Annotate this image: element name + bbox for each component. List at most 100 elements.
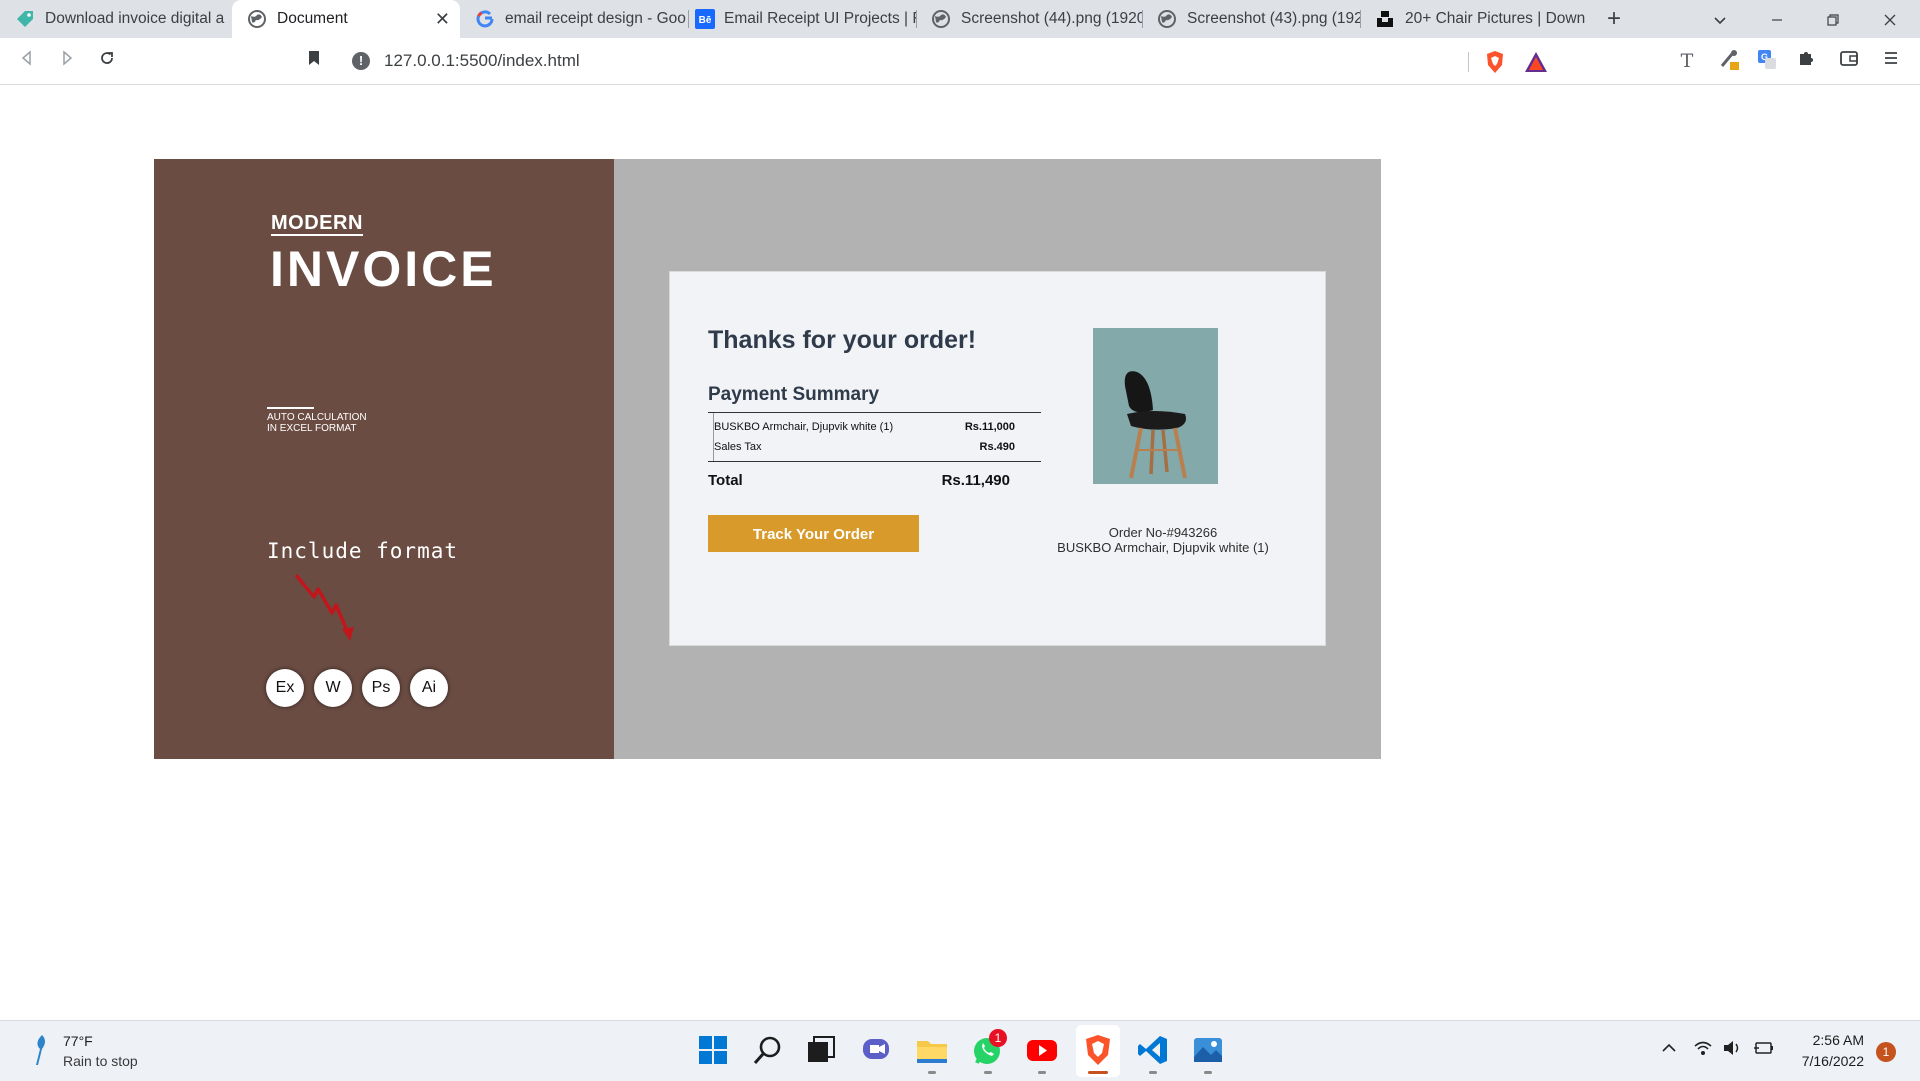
restore-window-button[interactable] [1813, 0, 1853, 38]
track-order-button[interactable]: Track Your Order [708, 515, 919, 552]
brave-rewards-icon[interactable] [1524, 51, 1548, 73]
running-indicator [1204, 1071, 1212, 1074]
tab-chair-pictures[interactable]: 20+ Chair Pictures | Downl [1360, 0, 1586, 38]
globe-icon [248, 10, 266, 28]
svg-text:Bē: Bē [699, 15, 712, 26]
invoice-card: MODERN INVOICE AUTO CALCULATION IN EXCEL… [154, 159, 1381, 759]
chevron-down-icon [1714, 17, 1726, 24]
clock-time[interactable]: 2:56 AM [1798, 1032, 1864, 1048]
total-value: Rs.11,490 [941, 472, 1010, 489]
reader-mode-button[interactable]: T [1674, 48, 1700, 74]
receipt-heading: Thanks for your order! [708, 326, 977, 354]
site-info-icon[interactable]: ! [352, 52, 370, 70]
wifi-icon[interactable] [1693, 1039, 1713, 1057]
clock-date[interactable]: 7/16/2022 [1788, 1053, 1864, 1069]
weather-temperature[interactable]: 77°F [63, 1033, 93, 1049]
back-arrow-icon [21, 50, 31, 66]
brave-browser-icon[interactable] [1081, 1033, 1115, 1067]
restore-icon [1827, 14, 1839, 26]
behance-icon: Bē [695, 9, 715, 29]
vscode-icon[interactable] [1136, 1033, 1170, 1067]
weather-description[interactable]: Rain to stop [63, 1053, 138, 1069]
translate-extension-button[interactable]: G [1754, 48, 1780, 74]
tab-screenshot-43[interactable]: Screenshot (43).png (1920 [1142, 0, 1360, 38]
reload-button[interactable] [94, 48, 120, 74]
back-button[interactable] [14, 48, 40, 74]
tab-title: Download invoice digital a [45, 10, 225, 27]
close-icon [1884, 14, 1896, 26]
wallet-button[interactable] [1836, 48, 1862, 74]
menu-button[interactable] [1878, 48, 1904, 74]
new-tab-button[interactable]: + [1594, 0, 1634, 38]
tax-price: Rs.490 [979, 441, 1015, 453]
include-format-label: Include format [267, 539, 459, 563]
brand-title: INVOICE [270, 241, 497, 297]
wallet-icon [1840, 51, 1858, 66]
teams-chat-icon[interactable] [860, 1033, 894, 1067]
format-badge-word: W [314, 669, 352, 707]
globe-icon [1158, 10, 1176, 28]
extensions-button[interactable] [1794, 48, 1820, 74]
feature-text-line-1: AUTO CALCULATION [267, 412, 367, 423]
running-indicator [1038, 1071, 1046, 1074]
chevron-up-icon[interactable] [1660, 1039, 1678, 1057]
active-indicator [1088, 1071, 1108, 1074]
youtube-icon[interactable] [1025, 1033, 1059, 1067]
payment-summary-title: Payment Summary [708, 384, 880, 405]
email-receipt: Thanks for your order! Payment Summary B… [669, 271, 1326, 646]
windows-taskbar: 77°F Rain to stop 1 2:56 AM 7/16/2022 1 [0, 1020, 1920, 1081]
total-label: Total [708, 472, 743, 489]
tab-invoice-digital[interactable]: Download invoice digital a [0, 0, 232, 38]
eyedropper-icon [1720, 50, 1739, 70]
close-tab-icon[interactable]: ✕ [435, 0, 450, 38]
format-badge-illustrator: Ai [410, 669, 448, 707]
tag-icon [17, 11, 33, 27]
format-badge-excel: Ex [266, 669, 304, 707]
chair-icon [1124, 371, 1187, 479]
notification-badge[interactable]: 1 [1876, 1042, 1896, 1062]
tab-title: Screenshot (43).png (1920 [1187, 10, 1360, 27]
tab-google-search[interactable]: email receipt design - Goo [460, 0, 688, 38]
tab-search-dropdown[interactable] [1700, 0, 1740, 38]
whatsapp-unread-badge: 1 [989, 1029, 1007, 1047]
order-number: Order No-#943266 [1108, 525, 1218, 540]
feature-text: AUTO CALCULATION IN EXCEL FORMAT [267, 412, 447, 434]
address-bar[interactable]: ! 127.0.0.1:5500/index.html [340, 43, 1560, 79]
tab-title: Screenshot (44).png (1920 [961, 10, 1142, 27]
tab-behance[interactable]: Bē Email Receipt UI Projects | F [688, 0, 916, 38]
task-view-icon[interactable] [804, 1033, 838, 1067]
order-details: Order No-#943266 BUSKBO Armchair, Djupvi… [1013, 525, 1313, 555]
rain-weather-icon[interactable] [28, 1033, 52, 1069]
reader-mode-icon: T [1680, 50, 1694, 72]
tab-title: Email Receipt UI Projects | F [724, 10, 916, 27]
format-badge-photoshop: Ps [362, 669, 400, 707]
volume-icon[interactable] [1722, 1039, 1742, 1057]
brand-subtitle: MODERN [271, 212, 363, 236]
file-explorer-icon[interactable] [915, 1033, 949, 1067]
product-image [1093, 328, 1218, 484]
minimize-window-button[interactable] [1757, 0, 1797, 38]
tab-document[interactable]: Document ✕ [232, 0, 460, 38]
hamburger-menu-icon [1885, 52, 1897, 64]
tab-screenshot-44[interactable]: Screenshot (44).png (1920 [916, 0, 1142, 38]
invoice-preview-panel: Thanks for your order! Payment Summary B… [614, 159, 1381, 759]
battery-icon[interactable] [1753, 1039, 1775, 1057]
brave-shields-icon[interactable] [1484, 50, 1506, 74]
minimize-icon [1772, 19, 1782, 21]
photos-icon[interactable] [1191, 1033, 1225, 1067]
forward-button[interactable] [54, 48, 80, 74]
invoice-brand-panel: MODERN INVOICE AUTO CALCULATION IN EXCEL… [154, 159, 614, 759]
url-text[interactable]: 127.0.0.1:5500/index.html [384, 43, 580, 79]
feature-text-line-2: IN EXCEL FORMAT [267, 423, 357, 434]
bookmark-button[interactable] [301, 48, 327, 74]
running-indicator [928, 1071, 936, 1074]
line-item-price: Rs.11,000 [964, 421, 1015, 433]
eyedropper-extension-button[interactable] [1716, 48, 1742, 74]
windows-start-icon[interactable] [696, 1033, 730, 1067]
tab-strip: Download invoice digital a Document ✕ em… [0, 0, 1920, 38]
puzzle-piece-icon [1800, 52, 1813, 65]
search-icon[interactable] [751, 1033, 785, 1067]
line-item-name: BUSKBO Armchair, Djupvik white (1) [714, 421, 894, 433]
tab-title: 20+ Chair Pictures | Downl [1405, 10, 1586, 27]
close-window-button[interactable] [1870, 0, 1910, 38]
